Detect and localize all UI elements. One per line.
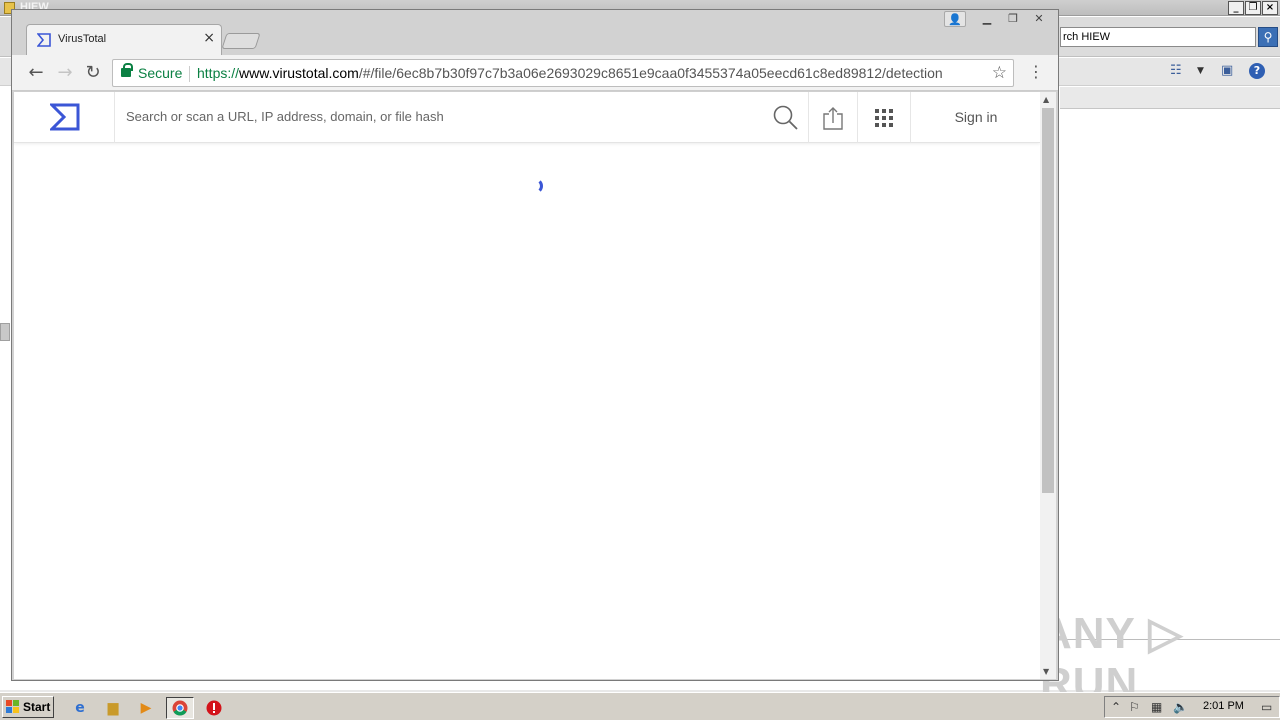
search-icon[interactable]: ⚲ <box>1258 27 1278 47</box>
warning-icon <box>206 700 222 716</box>
scroll-up-icon[interactable]: ▲ <box>1043 95 1049 104</box>
chrome-taskbar-button[interactable] <box>166 697 194 719</box>
restore-icon[interactable]: ❐ <box>1000 11 1026 28</box>
browser-toolbar: ← → ↻ Secure https://www.virustotal.com/… <box>12 55 1058 91</box>
upload-icon <box>823 106 843 130</box>
tab-close-icon[interactable]: × <box>203 30 215 46</box>
search-icon <box>773 105 798 130</box>
show-hidden-icons-icon[interactable]: ⌃ <box>1111 700 1121 714</box>
clock[interactable]: 2:01 PM <box>1203 700 1244 712</box>
preview-pane-icon[interactable]: ▣ <box>1221 63 1233 78</box>
stop-icon[interactable] <box>202 697 226 719</box>
bookmark-star-icon[interactable]: ☆ <box>992 63 1007 83</box>
help-icon[interactable]: ? <box>1249 63 1265 79</box>
forward-arrow-icon[interactable]: → <box>54 62 76 84</box>
secure-label: Secure <box>138 65 183 81</box>
chrome-icon <box>172 700 188 716</box>
tab-strip: VirusTotal × 👤 ▁ ❐ ✕ <box>12 10 1058 55</box>
apps-button[interactable] <box>858 92 910 143</box>
network-icon[interactable]: ▦ <box>1151 700 1162 714</box>
url-host: www.virustotal.com <box>239 65 359 81</box>
show-desktop-icon[interactable]: ▭ <box>1261 700 1272 714</box>
start-label: Start <box>23 700 51 714</box>
scroll-down-icon[interactable]: ▼ <box>1043 667 1049 676</box>
url-scheme: https:// <box>197 65 240 81</box>
page-scrollbar[interactable]: ▲ ▼ <box>1040 92 1056 679</box>
start-button[interactable]: Start <box>2 696 54 718</box>
address-bar[interactable]: Secure https://www.virustotal.com/#/file… <box>112 59 1014 87</box>
virustotal-header: Sign in <box>14 92 1040 143</box>
reload-icon[interactable]: ↻ <box>82 62 104 84</box>
profile-icon[interactable]: 👤 <box>944 11 966 27</box>
page-viewport: Sign in <box>14 92 1040 679</box>
tab-title: VirusTotal <box>58 33 107 45</box>
background-window-controls: _ ❐ × <box>1228 1 1278 15</box>
flag-icon[interactable]: ⚐ <box>1129 700 1140 714</box>
apps-grid-icon <box>875 108 893 127</box>
media-player-icon[interactable]: ▶ <box>134 697 158 719</box>
chevron-down-icon[interactable]: ▼ <box>1197 66 1204 76</box>
minimize-icon[interactable]: ▁ <box>974 11 1000 28</box>
search-input[interactable] <box>126 109 746 124</box>
url-text: https://www.virustotal.com/#/file/6ec8b7… <box>197 65 943 81</box>
column-header-strip <box>1060 87 1280 109</box>
new-tab-button[interactable] <box>221 33 261 49</box>
virustotal-logo-icon[interactable] <box>50 103 80 131</box>
left-scroll-handle[interactable] <box>0 323 10 341</box>
minimize-icon[interactable]: _ <box>1228 1 1244 15</box>
virustotal-favicon-icon <box>37 33 51 47</box>
url-path: /#/file/6ec8b7b30f97c7b3a06e2693029c8651… <box>358 65 943 81</box>
divider <box>189 66 190 82</box>
browser-menu-icon[interactable]: ⋮ <box>1028 63 1044 81</box>
tab-virustotal[interactable]: VirusTotal × <box>26 24 222 55</box>
back-arrow-icon[interactable]: ← <box>25 62 47 84</box>
file-explorer-icon[interactable]: ▆ <box>101 697 125 719</box>
upload-button[interactable] <box>809 92 857 143</box>
internet-explorer-icon[interactable]: e <box>68 697 92 719</box>
close-icon[interactable]: × <box>1262 1 1278 15</box>
taskbar: Start e ▆ ▶ ⌃ ⚐ ▦ 🔈 2:01 PM ▭ <box>0 692 1280 720</box>
search-button[interactable] <box>764 92 808 143</box>
sign-in-link[interactable]: Sign in <box>912 92 1040 143</box>
browser-window: VirusTotal × 👤 ▁ ❐ ✕ ← → ↻ Secure https:… <box>11 9 1059 681</box>
lock-icon <box>121 63 133 77</box>
scroll-thumb[interactable] <box>1042 108 1054 493</box>
volume-icon[interactable]: 🔈 <box>1173 700 1188 714</box>
view-options-icon[interactable]: ☷ <box>1170 63 1182 78</box>
system-tray: ⌃ ⚐ ▦ 🔈 2:01 PM ▭ <box>1104 696 1280 718</box>
loading-spinner-icon <box>527 178 543 194</box>
close-icon[interactable]: ✕ <box>1026 11 1052 28</box>
divider <box>114 92 115 143</box>
divider <box>910 92 911 143</box>
windows-logo-icon <box>6 700 19 713</box>
restore-icon[interactable]: ❐ <box>1245 1 1261 15</box>
background-search-input[interactable]: rch HIEW <box>1060 27 1256 47</box>
window-controls: 👤 ▁ ❐ ✕ <box>944 11 1052 28</box>
